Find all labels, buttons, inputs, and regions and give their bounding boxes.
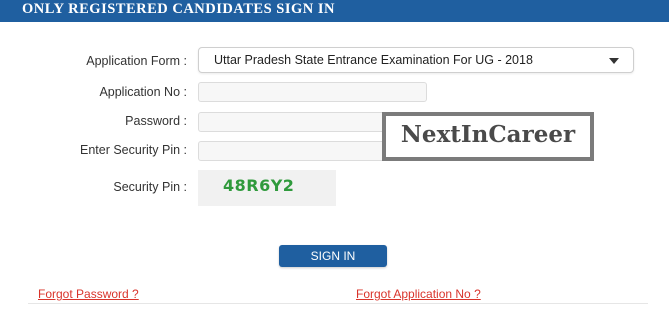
- watermark-text: NextInCareer: [400, 121, 576, 148]
- application-form-label: Application Form :: [86, 54, 187, 68]
- sign-in-button[interactable]: SIGN IN: [279, 245, 387, 267]
- application-form-select[interactable]: Uttar Pradesh State Entrance Examination…: [198, 47, 634, 73]
- application-no-label: Application No :: [99, 85, 187, 99]
- security-pin-input-label: Enter Security Pin :: [80, 143, 187, 157]
- password-label: Password :: [125, 114, 187, 128]
- page-title: ONLY REGISTERED CANDIDATES SIGN IN: [22, 1, 335, 17]
- chevron-down-icon[interactable]: [609, 58, 619, 64]
- header-bar: ONLY REGISTERED CANDIDATES SIGN IN: [0, 0, 669, 22]
- application-form-value: Uttar Pradesh State Entrance Examination…: [214, 53, 533, 67]
- footer-divider: [28, 303, 648, 304]
- security-pin-label: Security Pin :: [113, 180, 187, 194]
- security-pin-code: 48R6Y2: [223, 176, 295, 195]
- application-no-input[interactable]: [198, 82, 427, 102]
- watermark-logo: NextInCareer: [382, 112, 594, 161]
- security-pin-captcha: 48R6Y2: [198, 170, 336, 206]
- forgot-password-link[interactable]: Forgot Password ?: [38, 287, 139, 301]
- forgot-application-no-link[interactable]: Forgot Application No ?: [356, 287, 481, 301]
